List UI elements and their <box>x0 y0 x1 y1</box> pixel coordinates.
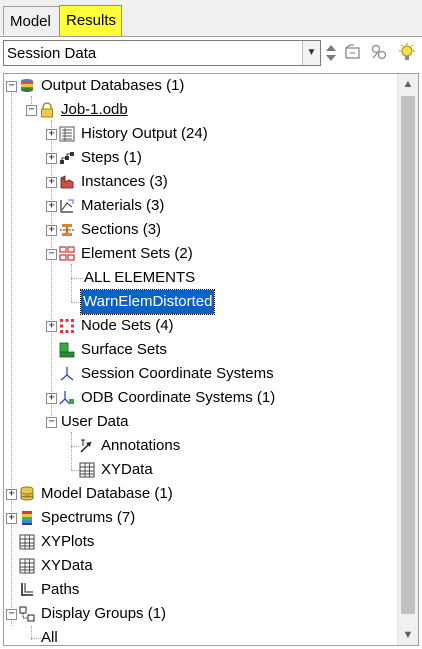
tree-item-xyplots[interactable]: XYPlots <box>4 530 399 554</box>
expand-icon[interactable]: + <box>46 225 57 236</box>
tree-label: User Data <box>61 413 129 430</box>
tree-label: Spectrums (7) <box>41 509 136 526</box>
tree-label: All <box>41 629 58 646</box>
instances-icon <box>60 175 74 189</box>
tree-label: Model Database (1) <box>41 485 173 502</box>
collapse-icon[interactable]: − <box>46 417 57 428</box>
materials-icon <box>60 199 74 213</box>
table-icon <box>19 534 35 550</box>
tree-item-warn-elem-distorted[interactable]: WarnElemDistorted <box>4 289 399 315</box>
tab-bar: Model Results <box>0 0 422 37</box>
tree-label: Materials (3) <box>81 197 165 214</box>
table-icon <box>79 462 95 478</box>
tree-label: XYPlots <box>41 533 95 550</box>
expand-icon[interactable]: + <box>46 201 57 212</box>
filter-icon[interactable] <box>370 43 388 63</box>
tree-item-instances[interactable]: + Instances (3) <box>4 170 399 194</box>
tree-item-user-xydata[interactable]: XYData <box>4 458 399 482</box>
coordinate-system-icon <box>60 367 74 381</box>
expand-icon[interactable]: + <box>46 393 57 404</box>
folder-options-icon[interactable] <box>344 43 362 63</box>
collapse-icon[interactable]: − <box>6 81 17 92</box>
tree-item-element-sets[interactable]: − Element Sets (2) <box>4 242 399 266</box>
expand-icon[interactable]: + <box>46 129 57 140</box>
tree-item-history-output[interactable]: + History Output (24) <box>4 122 399 146</box>
expand-icon[interactable]: + <box>46 321 57 332</box>
tree-item-sections[interactable]: + Sections (3) <box>4 218 399 242</box>
tree-label: XYData <box>41 557 93 574</box>
tree-label: Sections (3) <box>81 221 162 238</box>
tree-item-annotations[interactable]: Annotations <box>4 434 399 458</box>
collapse-icon[interactable]: − <box>46 249 57 260</box>
tree-item-paths[interactable]: Paths <box>4 578 399 602</box>
expand-icon[interactable]: + <box>46 153 57 164</box>
tree-label: Job-1.odb <box>61 101 128 118</box>
sections-icon <box>60 224 74 236</box>
odb-coordinate-system-icon <box>59 391 74 405</box>
tree-label-selected: WarnElemDistorted <box>79 289 216 315</box>
scroll-down-icon[interactable]: ▼ <box>398 625 418 645</box>
tree-label: Annotations <box>101 437 181 454</box>
display-groups-icon <box>19 606 35 622</box>
tree-label: Steps (1) <box>81 149 142 166</box>
tree-label: Node Sets (4) <box>81 317 174 334</box>
database-stack-icon <box>21 79 33 92</box>
tree-item-output-databases[interactable]: − Output Databases (1) <box>4 74 399 98</box>
spectrum-icon <box>22 511 32 525</box>
toolbar: Session Data ▼ <box>0 37 422 71</box>
tree-item-xydata[interactable]: XYData <box>4 554 399 578</box>
tree-label: Session Coordinate Systems <box>81 365 274 382</box>
surface-sets-icon <box>59 342 75 358</box>
tab-results[interactable]: Results <box>59 5 122 36</box>
model-database-icon <box>20 486 34 501</box>
lightbulb-icon[interactable] <box>398 43 416 63</box>
tree-label: ODB Coordinate Systems (1) <box>81 389 276 406</box>
node-sets-icon <box>60 319 74 333</box>
collapse-icon[interactable]: − <box>26 105 37 116</box>
tree-item-spectrums[interactable]: + Spectrums (7) <box>4 506 399 530</box>
tree-label: Paths <box>41 581 80 598</box>
expand-icon[interactable]: + <box>6 489 17 500</box>
tree-item-session-coordinate-systems[interactable]: Session Coordinate Systems <box>4 362 399 386</box>
tree-label: History Output (24) <box>81 125 208 142</box>
path-icon <box>21 583 33 596</box>
tree-label: Display Groups (1) <box>41 605 167 622</box>
tree-item-model-database[interactable]: + Model Database (1) <box>4 482 399 506</box>
scroll-up-icon[interactable]: ▲ <box>398 74 418 94</box>
scrollbar-thumb[interactable] <box>401 96 415 614</box>
results-tree[interactable]: − Output Databases (1) − Job-1.odb + His… <box>3 73 419 646</box>
tree-item-all-elements[interactable]: ALL ELEMENTS <box>4 266 399 290</box>
tree-label: Instances (3) <box>81 173 168 190</box>
tree-item-node-sets[interactable]: + Node Sets (4) <box>4 314 399 338</box>
tree-item-materials[interactable]: + Materials (3) <box>4 194 399 218</box>
expand-icon[interactable]: + <box>6 513 17 524</box>
expand-icon[interactable]: + <box>46 177 57 188</box>
table-icon <box>19 558 35 574</box>
session-data-combo[interactable]: Session Data ▼ <box>3 40 321 66</box>
history-output-icon <box>59 126 75 142</box>
collapse-icon[interactable]: − <box>6 609 17 620</box>
tree-item-all[interactable]: All <box>4 626 399 646</box>
element-sets-icon <box>59 246 75 261</box>
steps-icon <box>60 152 74 164</box>
up-down-arrows-icon[interactable] <box>324 43 338 63</box>
tree-item-display-groups[interactable]: − Display Groups (1) <box>4 602 399 626</box>
combo-value: Session Data <box>7 45 97 62</box>
tree-item-user-data[interactable]: − User Data <box>4 410 399 434</box>
lock-icon <box>41 102 53 118</box>
tree-item-steps[interactable]: + Steps (1) <box>4 146 399 170</box>
tree-label: ALL ELEMENTS <box>84 269 196 286</box>
tree-label: Element Sets (2) <box>81 245 193 262</box>
tree-item-surface-sets[interactable]: Surface Sets <box>4 338 399 362</box>
tree-item-job[interactable]: − Job-1.odb <box>4 98 399 122</box>
tree-label: XYData <box>101 461 153 478</box>
vertical-scrollbar[interactable]: ▲ ▼ <box>397 74 418 645</box>
tree-item-odb-coordinate-systems[interactable]: + ODB Coordinate Systems (1) <box>4 386 399 410</box>
chevron-down-icon[interactable]: ▼ <box>302 41 320 65</box>
tree-label: Output Databases (1) <box>41 77 185 94</box>
tab-model[interactable]: Model <box>3 6 60 35</box>
tree-label: Surface Sets <box>81 341 167 358</box>
annotation-arrow-icon <box>80 439 92 453</box>
